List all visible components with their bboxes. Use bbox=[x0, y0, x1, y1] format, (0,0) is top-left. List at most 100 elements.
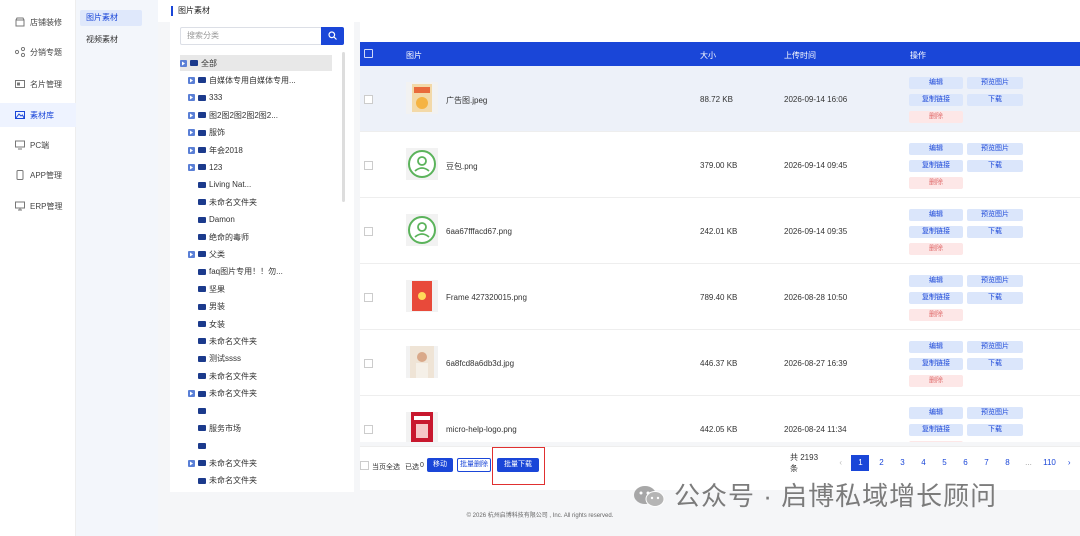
next-page-button[interactable]: › bbox=[1061, 455, 1077, 471]
tree-node[interactable]: 未命名文件夹 bbox=[188, 386, 257, 402]
tree-node[interactable]: 未命名文件夹 bbox=[198, 368, 257, 384]
row-checkbox[interactable] bbox=[364, 359, 373, 368]
tree-node[interactable] bbox=[198, 438, 209, 454]
download-button[interactable]: 下载 bbox=[967, 292, 1023, 304]
edit-button[interactable]: 编辑 bbox=[909, 209, 963, 221]
nav-item-5[interactable]: APP管理 bbox=[0, 163, 76, 187]
batch-delete-button[interactable]: 批量删除 bbox=[457, 458, 491, 472]
preview-button[interactable]: 预览图片 bbox=[967, 77, 1023, 89]
header-checkbox[interactable] bbox=[364, 49, 373, 58]
page-button[interactable]: 2 bbox=[872, 455, 890, 471]
page-button[interactable]: 110 bbox=[1040, 455, 1058, 471]
edit-button[interactable]: 编辑 bbox=[909, 143, 963, 155]
tree-node[interactable]: 未命名文件夹 bbox=[198, 194, 257, 210]
tree-node[interactable]: 未命名文件夹 bbox=[188, 455, 257, 471]
page-button[interactable]: ... bbox=[1019, 455, 1037, 471]
tree-node[interactable]: 333 bbox=[188, 90, 222, 106]
expand-icon[interactable] bbox=[188, 129, 195, 137]
nav-item-3[interactable]: 素材库 bbox=[0, 103, 76, 127]
copy-link-button[interactable]: 复制链接 bbox=[909, 160, 963, 172]
copy-link-button[interactable]: 复制链接 bbox=[909, 358, 963, 370]
edit-button[interactable]: 编辑 bbox=[909, 77, 963, 89]
nav-item-0[interactable]: 店铺装修 bbox=[0, 10, 76, 34]
download-button[interactable]: 下载 bbox=[967, 226, 1023, 238]
category-search-input[interactable]: 搜索分类 bbox=[180, 27, 322, 45]
subnav-item-0[interactable]: 图片素材 bbox=[80, 10, 142, 26]
expand-icon[interactable] bbox=[180, 59, 187, 67]
expand-icon[interactable] bbox=[188, 146, 195, 154]
preview-button[interactable]: 预览图片 bbox=[967, 275, 1023, 287]
download-button[interactable]: 下载 bbox=[967, 358, 1023, 370]
copy-link-button[interactable]: 复制链接 bbox=[909, 424, 963, 436]
preview-button[interactable]: 预览图片 bbox=[967, 143, 1023, 155]
delete-button[interactable]: 删除 bbox=[909, 309, 963, 321]
col-upload-time[interactable]: 上传时间 bbox=[784, 50, 816, 61]
edit-button[interactable]: 编辑 bbox=[909, 275, 963, 287]
nav-item-1[interactable]: 分销专题 bbox=[0, 40, 76, 64]
subnav-item-1[interactable]: 视频素材 bbox=[80, 32, 142, 48]
page-button[interactable]: 3 bbox=[893, 455, 911, 471]
thumbnail-image[interactable] bbox=[406, 412, 438, 442]
tree-node[interactable]: 未命名文件夹 bbox=[198, 333, 257, 349]
preview-button[interactable]: 预览图片 bbox=[967, 209, 1023, 221]
nav-item-4[interactable]: PC端 bbox=[0, 133, 76, 157]
tree-node[interactable]: faq图片专用！！勿... bbox=[198, 264, 283, 280]
select-all-checkbox[interactable] bbox=[360, 461, 369, 470]
page-button[interactable]: 6 bbox=[956, 455, 974, 471]
delete-button[interactable]: 删除 bbox=[909, 111, 963, 123]
delete-button[interactable]: 删除 bbox=[909, 375, 963, 387]
thumbnail-image[interactable] bbox=[406, 82, 438, 114]
tree-node[interactable]: 年会2018 bbox=[188, 142, 243, 158]
tree-node[interactable]: 父类 bbox=[188, 246, 225, 262]
page-button[interactable]: 1 bbox=[851, 455, 870, 471]
delete-button[interactable]: 删除 bbox=[909, 243, 963, 255]
batch-download-button[interactable]: 批量下载 bbox=[497, 458, 539, 472]
nav-item-2[interactable]: 名片管理 bbox=[0, 72, 76, 96]
move-button[interactable]: 移动 bbox=[427, 458, 453, 472]
delete-button[interactable]: 删除 bbox=[909, 441, 963, 442]
col-size[interactable]: 大小 bbox=[700, 50, 716, 61]
page-button[interactable]: 5 bbox=[935, 455, 953, 471]
row-checkbox[interactable] bbox=[364, 425, 373, 434]
prev-page-button[interactable]: ‹ bbox=[833, 455, 849, 471]
preview-button[interactable]: 预览图片 bbox=[967, 407, 1023, 419]
row-checkbox[interactable] bbox=[364, 95, 373, 104]
edit-button[interactable]: 编辑 bbox=[909, 407, 963, 419]
edit-button[interactable]: 编辑 bbox=[909, 341, 963, 353]
tree-node[interactable]: 女装 bbox=[198, 316, 225, 332]
tree-node[interactable]: 绝命的毒师 bbox=[198, 229, 249, 245]
page-button[interactable]: 7 bbox=[977, 455, 995, 471]
tree-node[interactable]: 坚果 bbox=[198, 281, 225, 297]
tree-scrollbar[interactable] bbox=[342, 52, 345, 202]
expand-icon[interactable] bbox=[188, 250, 195, 258]
nav-item-6[interactable]: ERP管理 bbox=[0, 194, 76, 218]
page-button[interactable]: 8 bbox=[998, 455, 1016, 471]
thumbnail-image[interactable] bbox=[406, 214, 438, 246]
expand-icon[interactable] bbox=[188, 94, 195, 102]
tree-node[interactable]: 全部 bbox=[180, 55, 332, 71]
expand-icon[interactable] bbox=[188, 111, 195, 119]
expand-icon[interactable] bbox=[188, 459, 195, 467]
copy-link-button[interactable]: 复制链接 bbox=[909, 226, 963, 238]
row-checkbox[interactable] bbox=[364, 293, 373, 302]
tree-node[interactable]: Damon bbox=[198, 212, 235, 228]
download-button[interactable]: 下载 bbox=[967, 160, 1023, 172]
tree-node[interactable] bbox=[198, 403, 209, 419]
thumbnail-image[interactable] bbox=[406, 148, 438, 180]
tree-node[interactable]: 图2图2图2图2图2... bbox=[188, 107, 278, 123]
copy-link-button[interactable]: 复制链接 bbox=[909, 292, 963, 304]
download-button[interactable]: 下载 bbox=[967, 94, 1023, 106]
tree-node[interactable]: 未命名文件夹 bbox=[198, 473, 257, 489]
preview-button[interactable]: 预览图片 bbox=[967, 341, 1023, 353]
tree-node[interactable]: 男装 bbox=[198, 299, 225, 315]
tree-node[interactable]: 自媒体专用自媒体专用... bbox=[188, 72, 296, 88]
tree-node[interactable]: Living Nat... bbox=[198, 177, 251, 193]
thumbnail-image[interactable] bbox=[406, 280, 438, 312]
expand-icon[interactable] bbox=[188, 76, 195, 84]
expand-icon[interactable] bbox=[188, 163, 195, 171]
tree-node[interactable]: 123 bbox=[188, 159, 222, 175]
search-button[interactable] bbox=[321, 27, 344, 45]
row-checkbox[interactable] bbox=[364, 161, 373, 170]
delete-button[interactable]: 删除 bbox=[909, 177, 963, 189]
thumbnail-image[interactable] bbox=[406, 346, 438, 378]
